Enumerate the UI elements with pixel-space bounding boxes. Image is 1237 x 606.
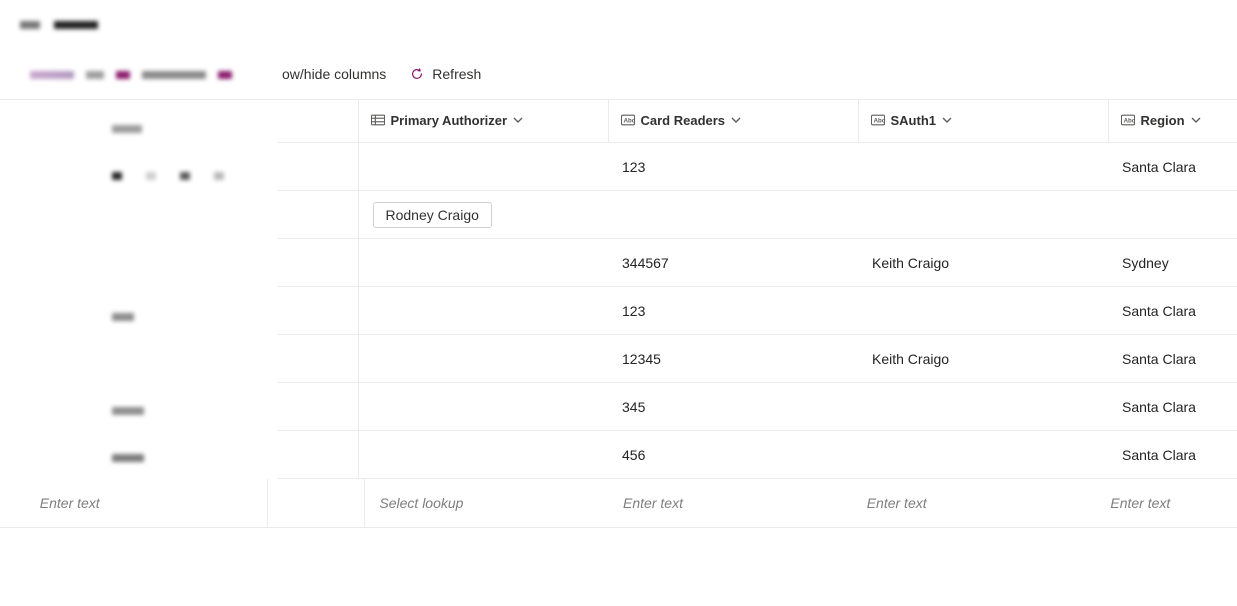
- new-row-input-card-readers[interactable]: Enter text: [609, 479, 853, 527]
- data-grid: Primary Authorizer Abc Card Readers: [278, 100, 1237, 479]
- cell-primary-authorizer[interactable]: Rodney Craigo: [358, 191, 608, 239]
- cell-card-readers[interactable]: 344567: [608, 239, 858, 287]
- lookup-chip[interactable]: Rodney Craigo: [373, 202, 492, 228]
- cell-region[interactable]: [1108, 191, 1237, 239]
- cell-sauth1[interactable]: Keith Craigo: [858, 239, 1108, 287]
- svg-text:Abc: Abc: [873, 118, 884, 125]
- new-row-lookup-primary-authorizer[interactable]: Select lookup: [365, 479, 609, 527]
- cell-region[interactable]: Santa Clara: [1108, 143, 1237, 191]
- cell-region[interactable]: Santa Clara: [1108, 383, 1237, 431]
- row-gutter-cell: [278, 287, 358, 335]
- chevron-down-icon: [731, 115, 741, 125]
- lookup-type-icon: [371, 114, 385, 126]
- table-row[interactable]: Rodney Craigo: [278, 191, 1237, 239]
- cell-card-readers[interactable]: 123: [608, 287, 858, 335]
- row-gutter-cell: [278, 431, 358, 479]
- cell-primary-authorizer[interactable]: [358, 287, 608, 335]
- row-gutter-cell: [278, 143, 358, 191]
- cell-card-readers[interactable]: 345: [608, 383, 858, 431]
- cell-card-readers[interactable]: 123: [608, 143, 858, 191]
- new-row-bar: Enter text Select lookup Enter text Ente…: [0, 479, 1237, 528]
- chevron-down-icon: [513, 115, 523, 125]
- col-header-region[interactable]: Abc Region: [1121, 113, 1201, 128]
- cell-primary-authorizer[interactable]: [358, 239, 608, 287]
- refresh-icon: [410, 67, 424, 81]
- row-gutter-cell: [278, 335, 358, 383]
- command-bar: [0, 51, 1237, 100]
- row-gutter-cell: [278, 239, 358, 287]
- text-type-icon: Abc: [1121, 114, 1135, 126]
- table-row[interactable]: 456 Santa Clara: [278, 431, 1237, 479]
- refresh-label: Refresh: [432, 66, 481, 82]
- col-header-card-readers[interactable]: Abc Card Readers: [621, 113, 742, 128]
- cell-primary-authorizer[interactable]: [358, 143, 608, 191]
- new-row-input-sauth1[interactable]: Enter text: [853, 479, 1097, 527]
- cell-region[interactable]: Santa Clara: [1108, 335, 1237, 383]
- left-column-blurred: [112, 105, 224, 481]
- cell-region[interactable]: Santa Clara: [1108, 287, 1237, 335]
- table-row[interactable]: 123 Santa Clara: [278, 143, 1237, 191]
- cell-card-readers[interactable]: [608, 191, 858, 239]
- row-gutter-cell: [278, 383, 358, 431]
- cell-region[interactable]: Sydney: [1108, 239, 1237, 287]
- table-row[interactable]: 345 Santa Clara: [278, 383, 1237, 431]
- svg-text:Abc: Abc: [623, 118, 634, 125]
- cell-primary-authorizer[interactable]: [358, 335, 608, 383]
- text-type-icon: Abc: [871, 114, 885, 126]
- cell-sauth1[interactable]: [858, 431, 1108, 479]
- new-row-input-region[interactable]: Enter text: [1096, 479, 1237, 527]
- cell-region[interactable]: Santa Clara: [1108, 431, 1237, 479]
- chevron-down-icon: [942, 115, 952, 125]
- row-gutter-cell: [278, 191, 358, 239]
- cell-primary-authorizer[interactable]: [358, 383, 608, 431]
- col-header-primary-authorizer[interactable]: Primary Authorizer: [371, 113, 524, 128]
- cell-sauth1[interactable]: Keith Craigo: [858, 335, 1108, 383]
- col-header-sauth1[interactable]: Abc SAuth1: [871, 113, 953, 128]
- refresh-button[interactable]: Refresh: [400, 60, 491, 88]
- cell-card-readers[interactable]: 12345: [608, 335, 858, 383]
- chevron-down-icon: [1191, 115, 1201, 125]
- cell-primary-authorizer[interactable]: [358, 431, 608, 479]
- cell-sauth1[interactable]: [858, 383, 1108, 431]
- cell-sauth1[interactable]: [858, 143, 1108, 191]
- show-hide-columns-label[interactable]: ow/hide columns: [282, 66, 386, 82]
- cell-card-readers[interactable]: 456: [608, 431, 858, 479]
- table-row[interactable]: 344567Keith CraigoSydney: [278, 239, 1237, 287]
- new-row-input-left[interactable]: Enter text: [26, 479, 268, 527]
- cell-sauth1[interactable]: [858, 287, 1108, 335]
- table-row[interactable]: 123 Santa Clara: [278, 287, 1237, 335]
- app-titlebar: [0, 0, 1237, 51]
- text-type-icon: Abc: [621, 114, 635, 126]
- cell-sauth1[interactable]: [858, 191, 1108, 239]
- table-row[interactable]: 12345Keith CraigoSanta Clara: [278, 335, 1237, 383]
- svg-text:Abc: Abc: [1123, 118, 1134, 125]
